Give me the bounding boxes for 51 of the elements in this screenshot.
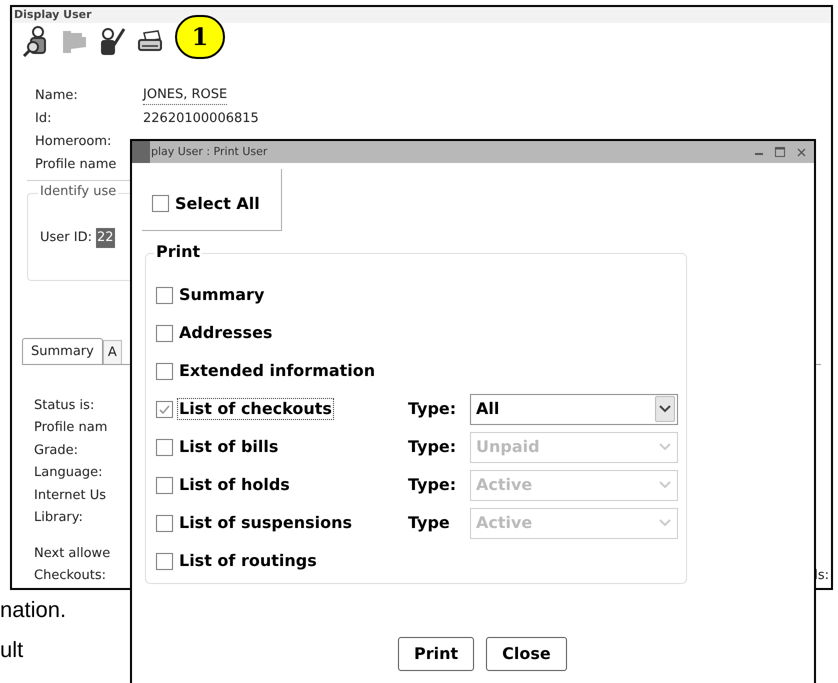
- checkbox[interactable]: [156, 324, 173, 342]
- dialog-button[interactable]: Close: [486, 637, 567, 671]
- option-label[interactable]: Extended information: [177, 360, 378, 382]
- field-label: Profile name: [35, 156, 118, 174]
- option-label[interactable]: Addresses: [177, 322, 274, 344]
- dialog-title: play User : Print User: [151, 144, 268, 160]
- type-label: Type:: [408, 398, 458, 420]
- group-legend: Identify use: [38, 185, 118, 198]
- chevron-down-icon: [659, 443, 671, 451]
- type-dropdown[interactable]: All: [470, 394, 678, 424]
- field-value: 22620100006815: [143, 110, 259, 128]
- close-icon[interactable]: [797, 148, 806, 156]
- window-title: Display User: [14, 9, 92, 20]
- checkbox[interactable]: [156, 400, 173, 418]
- checkbox[interactable]: [156, 286, 173, 304]
- summary-label: Next allowe: [34, 544, 110, 563]
- summary-label: Profile nam: [34, 419, 108, 438]
- summary-label: Grade:: [34, 442, 78, 460]
- tab[interactable]: Summary: [22, 338, 103, 364]
- type-label: Type: [408, 512, 451, 534]
- field-label: Homeroom:: [35, 133, 112, 152]
- chevron-down-icon: [659, 481, 671, 489]
- summary-label: Language:: [34, 464, 103, 482]
- chevron-down-icon: [659, 519, 671, 527]
- summary-label: Internet Us: [34, 486, 106, 505]
- field-label: Name:: [35, 87, 79, 106]
- field-value: JONES, ROSE: [143, 87, 228, 105]
- group-legend: Print: [154, 244, 202, 260]
- document-text: ult: [0, 636, 24, 664]
- summary-label: Library:: [34, 509, 83, 528]
- field-label: User ID:: [40, 229, 92, 248]
- select-all-button[interactable]: Select All: [142, 169, 282, 231]
- option-label[interactable]: Summary: [177, 284, 266, 306]
- checkbox[interactable]: [152, 195, 169, 212]
- tab[interactable]: A: [102, 340, 122, 364]
- type-label: Type:: [408, 474, 458, 496]
- maximize-icon[interactable]: [775, 147, 785, 157]
- chevron-down-icon: [659, 405, 671, 413]
- document-text: nation.: [0, 596, 66, 624]
- option-label[interactable]: List of routings: [177, 550, 319, 572]
- dialog-button[interactable]: Print: [398, 637, 474, 671]
- option-label[interactable]: List of checkouts: [177, 398, 334, 420]
- summary-label: Checkouts:: [34, 567, 106, 586]
- checkbox[interactable]: [156, 362, 173, 380]
- summary-label: Status is:: [34, 396, 94, 415]
- field-label: Id:: [35, 110, 52, 128]
- checkbox[interactable]: [156, 552, 173, 570]
- type-label: Type:: [408, 436, 458, 458]
- check-icon: [159, 404, 170, 414]
- user-id-field[interactable]: 22: [96, 228, 115, 248]
- callout-badge: 1: [175, 14, 225, 59]
